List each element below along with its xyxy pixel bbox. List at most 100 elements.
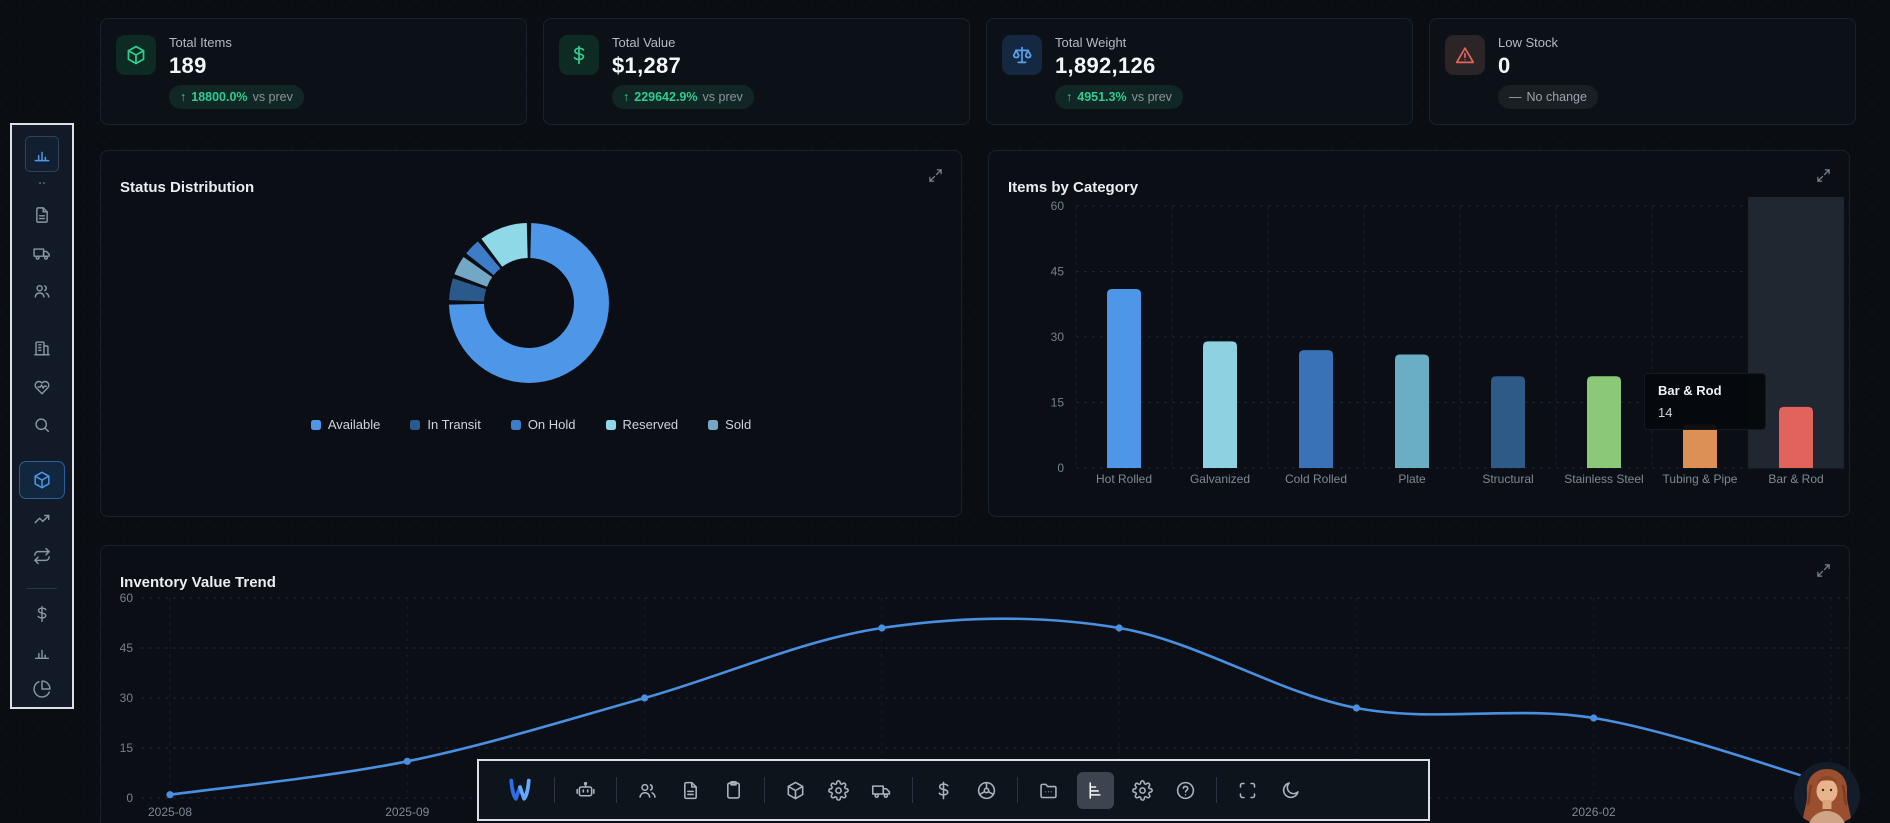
user-avatar[interactable] bbox=[1794, 762, 1860, 823]
data-point-2026-02[interactable] bbox=[1590, 714, 1598, 722]
sidebar-item-documents[interactable] bbox=[33, 206, 52, 225]
category-bar-chart[interactable]: 0 15 30 45 60 Hot Rolled Galvanized Cold Rolled… bbox=[989, 151, 1851, 518]
tooltip-value: 14 bbox=[1658, 405, 1673, 420]
y-axis-label: 30 bbox=[120, 691, 134, 705]
status-donut-chart[interactable] bbox=[101, 151, 963, 518]
dock-item-documents[interactable] bbox=[680, 780, 701, 801]
dock-item-finance[interactable] bbox=[933, 780, 954, 801]
stat-label: Total Items bbox=[169, 35, 232, 50]
x-axis-label: 2025-08 bbox=[148, 805, 192, 819]
dollar-icon bbox=[37, 606, 47, 622]
package-icon bbox=[127, 45, 145, 65]
items-by-category-panel: Items by Category 0 15 30 45 60 Hot Rolled Gal… bbox=[988, 150, 1850, 517]
scale-icon bbox=[1012, 46, 1032, 64]
sidebar-item-health[interactable] bbox=[33, 378, 52, 397]
bar-bar-rod[interactable] bbox=[1779, 406, 1813, 468]
users-icon bbox=[34, 284, 50, 298]
alert-triangle-icon bbox=[1455, 47, 1475, 64]
dock-item-production[interactable] bbox=[828, 779, 849, 801]
data-point-2025-10[interactable] bbox=[640, 694, 649, 702]
arrow-up-icon: ↑ bbox=[1066, 90, 1073, 104]
data-point-2026-01[interactable] bbox=[1352, 704, 1361, 712]
sidebar-item-reports[interactable] bbox=[33, 643, 52, 662]
stat-card-total-items: Total Items 189 ↑ 18800.0% vs prev bbox=[100, 18, 527, 125]
package-icon bbox=[787, 781, 804, 799]
dock-divider bbox=[616, 777, 617, 803]
arrow-up-icon: ↑ bbox=[180, 90, 187, 104]
legend-label: Available bbox=[327, 417, 381, 432]
sidebar-item-inventory[interactable] bbox=[19, 461, 65, 499]
moon-icon bbox=[1282, 781, 1299, 798]
dock-item-dashboard[interactable] bbox=[1077, 771, 1114, 809]
legend-item-sold[interactable]: Sold bbox=[708, 417, 751, 432]
y-axis-label: 30 bbox=[1051, 330, 1065, 344]
x-axis-label: 2026-02 bbox=[1572, 805, 1616, 819]
sidebar bbox=[10, 123, 74, 709]
y-axis-label: 60 bbox=[1051, 199, 1065, 213]
dock-item-operations[interactable] bbox=[976, 780, 997, 801]
x-axis-label: Hot Rolled bbox=[1096, 472, 1152, 486]
truck-icon bbox=[33, 248, 50, 260]
legend-swatch bbox=[708, 419, 719, 430]
sidebar-item-dashboard[interactable] bbox=[25, 136, 59, 172]
sidebar-divider bbox=[27, 588, 57, 589]
dollar-icon bbox=[573, 45, 585, 65]
bar-structural[interactable] bbox=[1491, 376, 1525, 468]
bar-tubing-pipe[interactable] bbox=[1683, 424, 1717, 468]
dock-item-shipping[interactable] bbox=[871, 780, 892, 801]
dock-item-assistant[interactable] bbox=[575, 780, 596, 801]
sidebar-item-trends[interactable] bbox=[33, 510, 52, 529]
data-point-2025-12[interactable] bbox=[1115, 624, 1123, 632]
dock-item-dark-mode[interactable] bbox=[1280, 780, 1301, 801]
dock-divider bbox=[912, 777, 913, 803]
data-point-2025-11[interactable] bbox=[878, 624, 886, 632]
trending-up-icon bbox=[34, 514, 50, 524]
legend-item-on-hold[interactable]: On Hold bbox=[510, 417, 576, 432]
users-icon bbox=[639, 783, 656, 798]
status-distribution-panel: Status Distribution Available In Transit O… bbox=[100, 150, 962, 517]
dock-item-app-logo[interactable] bbox=[506, 776, 534, 804]
building-icon bbox=[34, 341, 50, 356]
sidebar-item-finance[interactable] bbox=[33, 605, 52, 624]
bar-hot-rolled[interactable] bbox=[1107, 288, 1141, 468]
bar-galvanized[interactable] bbox=[1203, 341, 1237, 468]
legend-item-in-transit[interactable]: In Transit bbox=[410, 417, 481, 432]
bar-stainless-steel[interactable] bbox=[1587, 376, 1621, 468]
scan-icon bbox=[1239, 782, 1256, 798]
dock-item-settings[interactable] bbox=[1132, 779, 1153, 801]
change-suffix: vs prev bbox=[702, 90, 743, 104]
dock-item-help[interactable] bbox=[1175, 780, 1196, 801]
bar-plate[interactable] bbox=[1395, 354, 1429, 468]
legend-item-available[interactable]: Available bbox=[310, 417, 381, 432]
y-axis-label: 0 bbox=[1057, 461, 1064, 475]
help-icon bbox=[1176, 781, 1195, 799]
sidebar-item-more[interactable] bbox=[33, 174, 52, 193]
x-axis-label: Plate bbox=[1398, 472, 1426, 486]
legend-item-reserved[interactable]: Reserved bbox=[605, 417, 679, 432]
bar-chart-icon bbox=[34, 649, 50, 660]
sidebar-item-shipments[interactable] bbox=[33, 244, 52, 263]
data-point-2025-09[interactable] bbox=[403, 757, 411, 765]
dock-item-files[interactable] bbox=[1038, 780, 1059, 801]
change-value: 229642.9% bbox=[634, 90, 698, 104]
legend-label: Reserved bbox=[622, 417, 679, 432]
dock-item-inventory[interactable] bbox=[785, 780, 806, 801]
dock-item-fullscreen[interactable] bbox=[1237, 780, 1258, 801]
sidebar-item-transfers[interactable] bbox=[33, 547, 52, 566]
dock-item-customers[interactable] bbox=[637, 780, 658, 801]
dock-item-orders[interactable] bbox=[723, 780, 744, 801]
stat-value: $1,287 bbox=[612, 53, 682, 78]
sidebar-item-facilities[interactable] bbox=[33, 339, 52, 358]
y-axis-label: 15 bbox=[1051, 396, 1065, 410]
change-suffix: vs prev bbox=[252, 90, 293, 104]
data-point-2025-08[interactable] bbox=[166, 791, 174, 799]
x-axis-label: 2025-09 bbox=[385, 805, 429, 819]
sidebar-item-customers[interactable] bbox=[33, 282, 52, 301]
legend-label: Sold bbox=[725, 417, 752, 432]
sidebar-item-search[interactable] bbox=[33, 416, 52, 435]
arrow-up-icon: ↑ bbox=[623, 90, 630, 104]
dollar-icon bbox=[938, 781, 949, 799]
bar-cold-rolled[interactable] bbox=[1299, 350, 1333, 468]
sidebar-item-analytics[interactable] bbox=[33, 680, 52, 699]
x-axis-label: Tubing & Pipe bbox=[1663, 472, 1738, 486]
